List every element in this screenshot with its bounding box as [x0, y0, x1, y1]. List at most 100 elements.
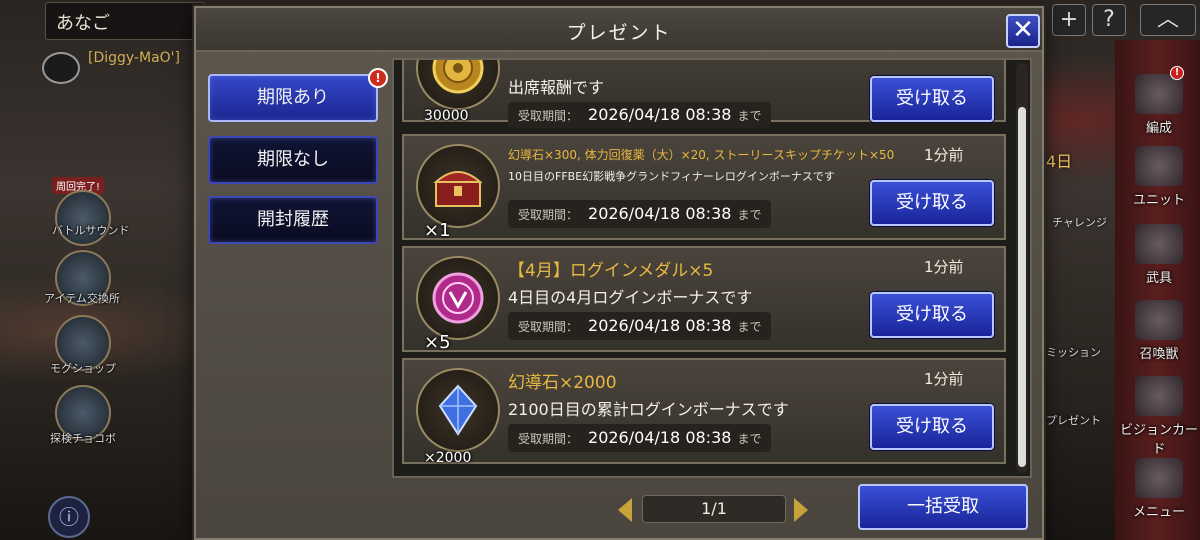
- period-suffix: まで: [737, 320, 762, 334]
- present-row: ×2000 幻導石×2000 1分前 2100日目の累計ログインボーナスです 受…: [402, 358, 1006, 466]
- period-label: 受取期間：: [518, 109, 579, 123]
- item-title: 幻導石×300, 体力回復薬（大）×20, ストーリースキップチケット×50: [508, 148, 895, 162]
- nav-unit[interactable]: ユニット: [1118, 142, 1200, 214]
- item-quantity: ×1: [424, 220, 451, 241]
- receive-button[interactable]: 受け取る: [870, 180, 994, 226]
- receive-button[interactable]: 受け取る: [870, 404, 994, 450]
- present-dialog: プレゼント ✕ 期限あり ! 期限なし 開封履歴 30000 出席報酬です 受取…: [194, 6, 1044, 540]
- nav-party[interactable]: 編成: [1118, 70, 1200, 142]
- receive-button[interactable]: 受け取る: [870, 292, 994, 338]
- collapse-chevron-icon[interactable]: ︿: [1140, 4, 1196, 36]
- period-label: 受取期間：: [518, 432, 579, 446]
- period-date: 2026/04/18 08:38: [588, 204, 732, 223]
- nav-party-label: 編成: [1145, 121, 1172, 136]
- item-description: 10日目のFFBE幻影戦争グランドフィナーレログインボーナスです: [508, 170, 835, 183]
- period-label: 受取期間：: [518, 208, 579, 222]
- bulk-receive-button[interactable]: 一括受取: [858, 484, 1028, 530]
- present-row: ×1 幻導石×300, 体力回復薬（大）×20, ストーリースキップチケット×5…: [402, 134, 1006, 241]
- nav-menu-label: メニュー: [1132, 505, 1185, 520]
- add-icon[interactable]: +: [1052, 4, 1086, 36]
- period-date: 2026/04/18 08:38: [588, 316, 732, 335]
- dialog-title: プレゼント: [566, 22, 672, 44]
- card-icon: [1135, 376, 1183, 416]
- notify-icon: !: [1170, 66, 1184, 80]
- tab-with-deadline[interactable]: 期限あり !: [208, 68, 388, 122]
- gold-coin-icon: 30000: [416, 60, 500, 124]
- period-label: 受取期間：: [518, 320, 579, 334]
- tab-history-label: 開封履歴: [257, 209, 329, 230]
- receive-period: 受取期間： 2026/04/18 08:38 まで: [508, 312, 772, 340]
- book-icon: [1135, 458, 1183, 498]
- receive-button[interactable]: 受け取る: [870, 76, 994, 122]
- nav-menu[interactable]: メニュー: [1118, 454, 1200, 526]
- close-icon: ✕: [1012, 15, 1034, 45]
- help-icon[interactable]: ?: [1092, 4, 1126, 36]
- present-list[interactable]: 30000 出席報酬です 受取期間： 2026/04/18 08:38 まで 受け取…: [392, 58, 1032, 478]
- alert-badge: !: [368, 68, 388, 88]
- nav-equipment-label: 武具: [1145, 271, 1172, 286]
- tab-history[interactable]: 開封履歴: [208, 196, 378, 244]
- receive-period: 受取期間： 2026/04/18 08:38 まで: [508, 102, 772, 128]
- scroll-thumb[interactable]: [1018, 107, 1026, 467]
- mission-label: ミッション: [1046, 346, 1101, 359]
- party-icon: [1135, 74, 1183, 114]
- tab-with-deadline-label: 期限あり: [257, 87, 329, 108]
- search-text: あなご: [56, 13, 110, 34]
- tab-no-deadline-label: 期限なし: [257, 149, 329, 170]
- period-suffix: まで: [737, 109, 762, 123]
- next-page-icon[interactable]: [794, 498, 808, 522]
- bulk-receive-label: 一括受取: [907, 496, 979, 517]
- time-ago: 1分前: [924, 258, 964, 276]
- item-title: 【4月】ログインメダル×5: [508, 261, 714, 281]
- nav-espers-label: 召喚獣: [1139, 347, 1179, 362]
- receive-period: 受取期間： 2026/04/18 08:38 まで: [508, 200, 772, 228]
- player-tag: [Diggy-MaO']: [88, 50, 180, 66]
- item-quantity: ×5: [424, 332, 451, 353]
- period-date: 2026/04/18 08:38: [588, 428, 732, 447]
- item-description: 2100日目の累計ログインボーナスです: [508, 400, 789, 419]
- item-description: 出席報酬です: [508, 78, 605, 97]
- nav-equipment[interactable]: 武具: [1118, 220, 1200, 292]
- receive-button-label: 受け取る: [896, 192, 968, 213]
- sword-icon: [1135, 224, 1183, 264]
- nav-vision-cards-label: ビジョンカード: [1119, 423, 1198, 457]
- receive-period: 受取期間： 2026/04/18 08:38 まで: [508, 424, 772, 452]
- nav-vision-cards[interactable]: ビジョンカード: [1118, 372, 1200, 457]
- tab-no-deadline[interactable]: 期限なし: [208, 136, 378, 184]
- receive-button-label: 受け取る: [896, 416, 968, 437]
- time-ago: 1分前: [924, 146, 964, 164]
- chat-icon[interactable]: [42, 52, 80, 84]
- crystal-graphic: [438, 384, 478, 436]
- list-scrollbar[interactable]: [1016, 63, 1028, 473]
- moogle-shop-label: モグショップ: [50, 362, 116, 375]
- dialog-header: プレゼント ✕: [196, 8, 1042, 52]
- present-label: プレゼント: [1046, 414, 1101, 427]
- nav-unit-label: ユニット: [1132, 193, 1185, 208]
- prev-page-icon[interactable]: [618, 498, 632, 522]
- search-field[interactable]: あなご: [45, 2, 205, 40]
- treasure-chest-graphic: [433, 171, 483, 207]
- item-title: 幻導石×2000: [508, 373, 617, 393]
- info-icon[interactable]: ⓘ: [48, 496, 90, 538]
- period-date: 2026/04/18 08:38: [588, 105, 732, 124]
- item-description: 4日目の4月ログインボーナスです: [508, 288, 753, 307]
- receive-button-label: 受け取る: [896, 88, 968, 109]
- unit-icon: [1135, 146, 1183, 186]
- item-exchange-label: アイテム交換所: [44, 292, 120, 305]
- dragon-icon: [1135, 300, 1183, 340]
- battle-sound-label: バトルサウンド: [52, 224, 130, 237]
- page-indicator: 1/1: [642, 495, 786, 523]
- login-medal-icon: ×5: [416, 256, 500, 353]
- nav-espers[interactable]: 召喚獣: [1118, 296, 1200, 368]
- period-suffix: まで: [737, 432, 762, 446]
- time-ago: 1分前: [924, 370, 964, 388]
- chocobo-label: 探検チョコボ: [50, 432, 116, 445]
- receive-button-label: 受け取る: [896, 304, 968, 325]
- crystal-icon: ×2000: [416, 368, 500, 466]
- treasure-chest-icon: ×1: [416, 144, 500, 241]
- item-quantity: 30000: [424, 108, 469, 124]
- close-button[interactable]: ✕: [1006, 14, 1040, 48]
- present-row: ×5 【4月】ログインメダル×5 1分前 4日目の4月ログインボーナスです 受取…: [402, 246, 1006, 353]
- gold-coin-graphic: [432, 60, 484, 94]
- day-label: 4日: [1046, 152, 1073, 171]
